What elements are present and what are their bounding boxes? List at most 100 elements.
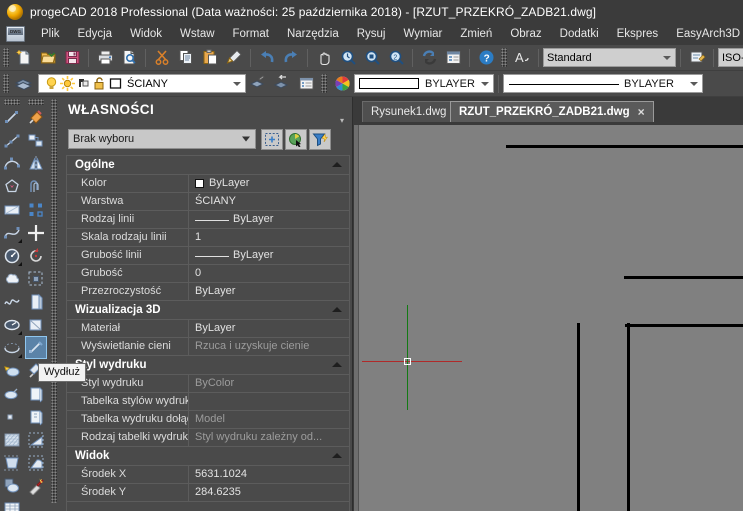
cloud-icon[interactable] <box>1 267 23 290</box>
menu-format[interactable]: Format <box>224 25 278 43</box>
property-row-rodzaj-tabelki-wydruku[interactable]: Rodzaj tabelki wydruku Styl wydruku zale… <box>67 429 349 447</box>
property-row-kolor[interactable]: Kolor ByLayer <box>67 175 349 193</box>
dimension-style-icon[interactable] <box>686 47 708 69</box>
explode-icon[interactable] <box>25 474 47 497</box>
paste-icon[interactable] <box>199 47 221 69</box>
drawing-canvas[interactable] <box>354 125 743 511</box>
table-icon[interactable] <box>1 497 23 511</box>
linetype-combo[interactable]: BYLAYER <box>503 74 703 93</box>
color-wheel-icon[interactable] <box>331 73 353 95</box>
select-objects-icon[interactable] <box>285 128 307 150</box>
toolbar-grip[interactable] <box>321 74 327 93</box>
new-file-icon[interactable] <box>13 47 35 69</box>
property-row-styl-wydruku[interactable]: Styl wydruku ByColor <box>67 375 349 393</box>
circle-icon[interactable] <box>1 244 23 267</box>
help-icon[interactable]: ? <box>475 47 497 69</box>
menu-dodatki[interactable]: Dodatki <box>551 25 608 43</box>
join-icon[interactable] <box>25 405 47 428</box>
property-value-cell[interactable]: ByLayer <box>189 175 349 192</box>
rotate-icon[interactable] <box>25 244 47 267</box>
quick-select-icon[interactable] <box>261 128 283 150</box>
polygon-icon[interactable] <box>1 175 23 198</box>
property-group-header-widok[interactable]: Widok <box>67 447 349 466</box>
open-file-icon[interactable] <box>37 47 59 69</box>
layers-manager-icon[interactable] <box>13 73 35 95</box>
toolbar-grip[interactable] <box>3 74 9 93</box>
ellipse-arc-icon[interactable] <box>1 336 23 359</box>
fillet-icon[interactable] <box>25 451 47 474</box>
menu-edycja[interactable]: Edycja <box>69 25 122 43</box>
arc-icon[interactable] <box>1 152 23 175</box>
panel-collapse-icon[interactable]: ▾ <box>340 117 348 125</box>
menu-widok[interactable]: Widok <box>121 25 171 43</box>
scale-icon[interactable] <box>25 267 47 290</box>
zoom-realtime-icon[interactable] <box>337 47 359 69</box>
line-icon[interactable] <box>1 106 23 129</box>
hatch-icon[interactable] <box>1 405 23 428</box>
polyline-icon[interactable] <box>1 129 23 152</box>
property-group-header-ogolne[interactable]: Ogólne <box>67 156 349 175</box>
layer-states-icon[interactable] <box>295 73 317 95</box>
block-insert-icon[interactable] <box>1 359 23 382</box>
pan-icon[interactable] <box>313 47 335 69</box>
layer-previous-icon[interactable] <box>271 73 293 95</box>
property-row-tabelka-stylow-wydruku[interactable]: Tabelka stylów wydruku <box>67 393 349 411</box>
ellipse-icon[interactable] <box>1 313 23 336</box>
region-icon[interactable] <box>1 451 23 474</box>
offset-icon[interactable] <box>25 175 47 198</box>
extend-icon[interactable] <box>25 336 47 359</box>
property-value-cell[interactable]: ByLayer <box>189 211 349 228</box>
properties-list-icon[interactable] <box>442 47 464 69</box>
boundary-icon[interactable] <box>1 474 23 497</box>
property-group-header-styl-wydruku[interactable]: Styl wydruku <box>67 356 349 375</box>
dimension-style-combo[interactable]: ISO-25 <box>718 48 743 67</box>
rectangle-icon[interactable] <box>1 198 23 221</box>
property-value-cell[interactable]: ByLayer <box>189 247 349 264</box>
gradient-icon[interactable] <box>1 428 23 451</box>
freehand-icon[interactable] <box>1 290 23 313</box>
dwg-document-icon[interactable]: DWG <box>6 26 25 42</box>
property-row-grubosc-linii[interactable]: Grubość linii ByLayer <box>67 247 349 265</box>
close-icon[interactable]: × <box>638 105 645 119</box>
property-row-warstwa[interactable]: Warstwa ŚCIANY <box>67 193 349 211</box>
array-icon[interactable] <box>25 198 47 221</box>
property-row-srodek-x[interactable]: Środek X 5631.1024 <box>67 466 349 484</box>
save-file-icon[interactable] <box>61 47 83 69</box>
selection-combo[interactable]: Brak wyboru <box>68 129 256 149</box>
property-row-material[interactable]: Materiał ByLayer <box>67 320 349 338</box>
refresh-icon[interactable] <box>418 47 440 69</box>
property-row-srodek-y[interactable]: Środek Y 284.6235 <box>67 484 349 502</box>
spline-icon[interactable] <box>1 221 23 244</box>
zoom-window-icon[interactable] <box>361 47 383 69</box>
break-icon[interactable] <box>25 382 47 405</box>
toolbar-grip[interactable] <box>501 48 507 67</box>
toolbar-grip[interactable] <box>3 48 9 67</box>
filter-icon[interactable] <box>309 128 331 150</box>
redo-icon[interactable] <box>280 47 302 69</box>
menu-plik[interactable]: Plik <box>32 25 69 43</box>
menu-narzedzia[interactable]: Narzędzia <box>278 25 348 43</box>
menu-zmien[interactable]: Zmień <box>451 25 501 43</box>
color-combo[interactable]: BYLAYER <box>354 74 494 93</box>
property-row-przezroczystosc[interactable]: Przezroczystość ByLayer <box>67 283 349 301</box>
set-layer-by-entity-icon[interactable] <box>247 73 269 95</box>
text-style-icon[interactable]: A <box>511 47 533 69</box>
property-group-header-wizualizacja-3d[interactable]: Wizualizacja 3D <box>67 301 349 320</box>
menu-obraz[interactable]: Obraz <box>501 25 550 43</box>
property-row-tabelka-wydruku-dolaczona[interactable]: Tabelka wydruku dołąc... Model <box>67 411 349 429</box>
mirror-icon[interactable] <box>25 152 47 175</box>
zoom-previous-icon[interactable]: 2 <box>385 47 407 69</box>
trim-icon[interactable] <box>25 313 47 336</box>
property-row-skala-rodzaju-linii[interactable]: Skala rodzaju linii 1 <box>67 229 349 247</box>
print-preview-icon[interactable] <box>118 47 140 69</box>
property-row-grubosc[interactable]: Grubość 0 <box>67 265 349 283</box>
point-icon[interactable] <box>1 382 23 405</box>
menu-rysuj[interactable]: Rysuj <box>348 25 395 43</box>
toolbar-grip[interactable] <box>28 99 44 105</box>
menu-ekspres[interactable]: Ekspres <box>608 25 668 43</box>
layer-combo[interactable]: ŚCIANY <box>38 74 246 93</box>
move-icon[interactable] <box>25 221 47 244</box>
document-tab-rzut-przekro-zadb21[interactable]: RZUT_PRZEKRÓ_ZADB21.dwg × <box>450 101 654 122</box>
property-row-rodzaj-linii[interactable]: Rodzaj linii ByLayer <box>67 211 349 229</box>
copy-object-icon[interactable] <box>25 129 47 152</box>
